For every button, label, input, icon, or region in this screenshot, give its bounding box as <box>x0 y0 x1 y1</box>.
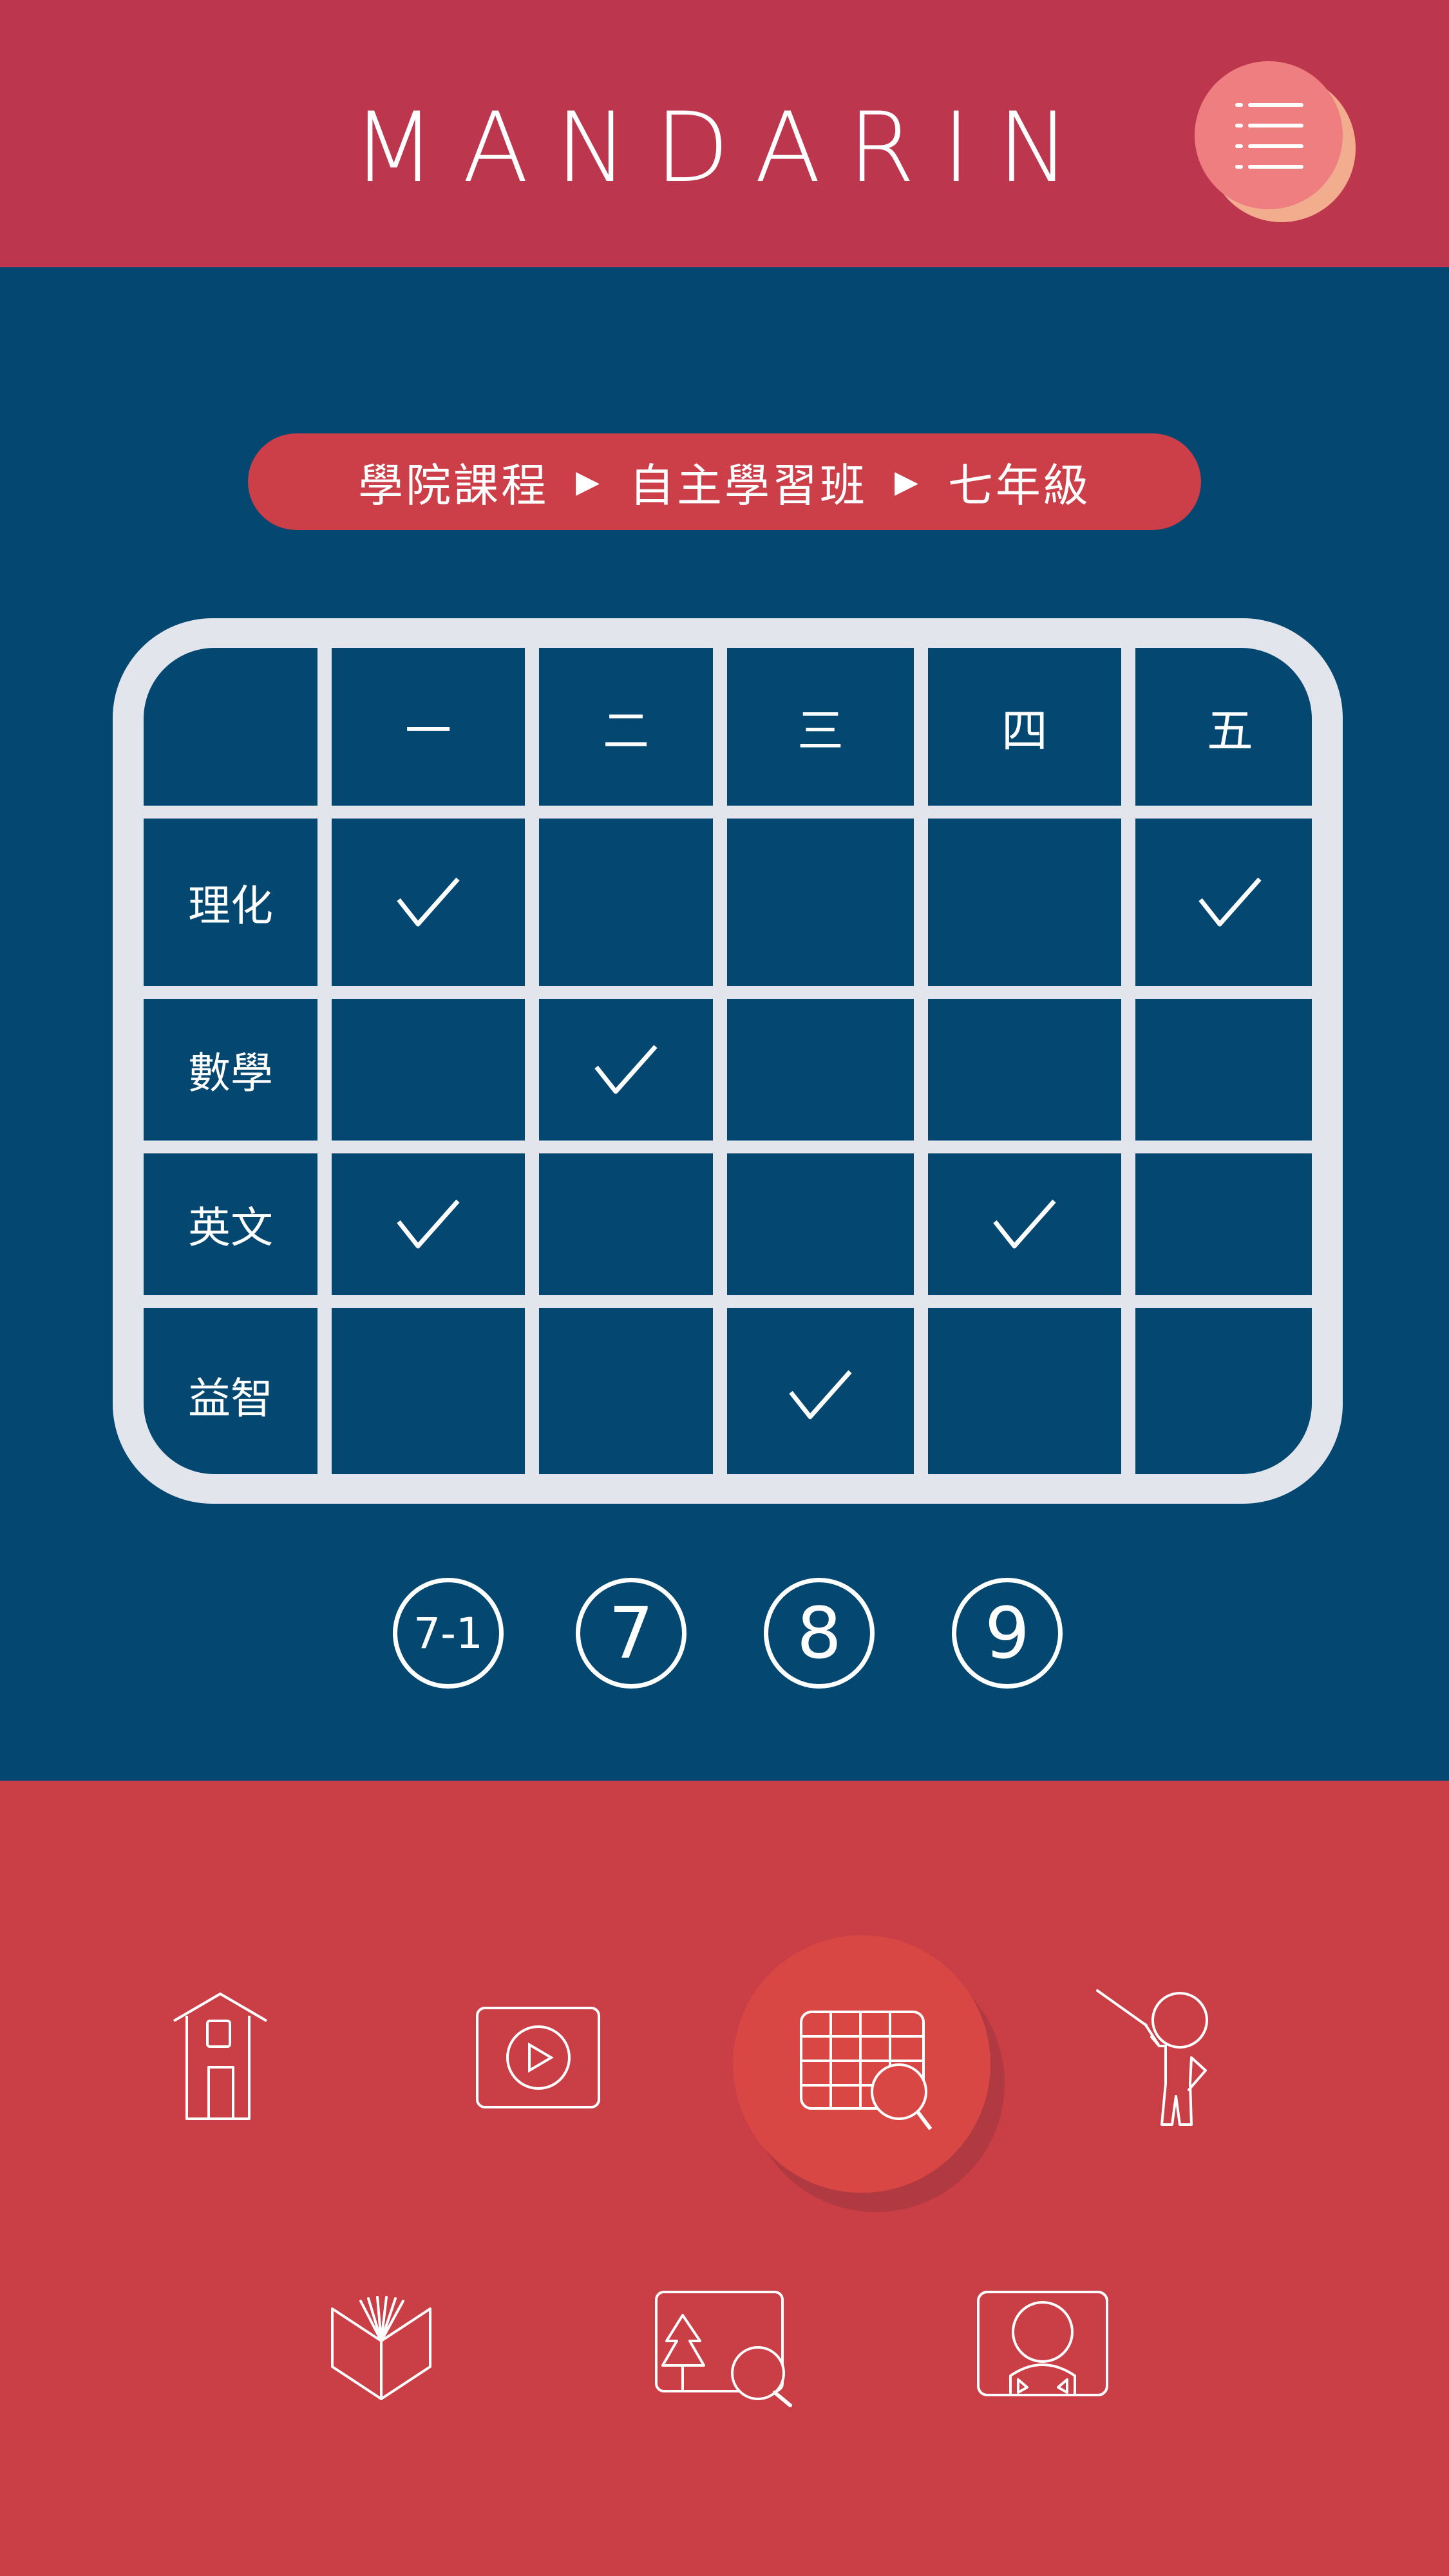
schedule-cell[interactable] <box>332 819 525 986</box>
schedule-cell[interactable] <box>1135 819 1312 986</box>
schedule-cell[interactable] <box>928 819 1121 986</box>
day-header: 二 <box>539 648 713 806</box>
class-button-7-1[interactable]: 7-1 <box>393 1578 504 1689</box>
schedule-cell[interactable] <box>1135 999 1312 1141</box>
person-portrait-icon[interactable] <box>976 2289 1111 2399</box>
list-menu-icon <box>1235 103 1303 169</box>
checkmark-icon <box>594 1045 658 1094</box>
teacher-pointer-icon[interactable] <box>1095 1987 1220 2132</box>
schedule-cell[interactable] <box>539 1153 713 1295</box>
class-button-7[interactable]: 7 <box>576 1578 687 1689</box>
checkmark-icon <box>789 1370 852 1419</box>
breadcrumb-item-self-study[interactable]: 自主學習班 <box>629 450 867 515</box>
schedule-cell[interactable] <box>928 1308 1121 1474</box>
subject-label: 英文 <box>144 1153 317 1295</box>
subject-label: 益智 <box>144 1308 317 1474</box>
schedule-cell[interactable] <box>727 1153 914 1295</box>
schedule-cell[interactable] <box>727 999 914 1141</box>
schedule-cell[interactable] <box>727 1308 914 1474</box>
schedule-cell[interactable] <box>928 999 1121 1141</box>
breadcrumb-separator-icon: ▶ <box>576 464 602 500</box>
breadcrumb-item-academy[interactable]: 學院課程 <box>358 450 549 515</box>
checkmark-icon <box>1198 877 1262 927</box>
schedule-search-icon[interactable] <box>799 2009 934 2132</box>
open-book-icon[interactable] <box>328 2296 435 2405</box>
day-header: 三 <box>727 648 914 806</box>
schedule-cell[interactable] <box>928 1153 1121 1295</box>
checkmark-icon <box>397 877 460 927</box>
schedule-cell[interactable] <box>539 1308 713 1474</box>
class-selector: 7-1 7 8 9 <box>0 1578 1449 1700</box>
class-button-9[interactable]: 9 <box>952 1578 1063 1689</box>
day-header: 四 <box>928 648 1121 806</box>
breadcrumb: 學院課程 ▶ 自主學習班 ▶ 七年級 <box>248 433 1201 530</box>
video-play-icon[interactable] <box>475 2006 601 2109</box>
house-icon[interactable] <box>169 1990 272 2122</box>
menu-button[interactable] <box>1195 61 1356 222</box>
tree-picture-search-icon[interactable] <box>654 2289 797 2409</box>
schedule-cell[interactable] <box>332 1308 525 1474</box>
breadcrumb-separator-icon: ▶ <box>895 464 921 500</box>
schedule-table: 一二三四五理化 數學 英文 益智 <box>113 618 1343 1504</box>
checkmark-icon <box>993 1199 1056 1249</box>
corner-cell <box>144 648 317 806</box>
subject-label: 數學 <box>144 999 317 1141</box>
class-button-8[interactable]: 8 <box>764 1578 875 1689</box>
breadcrumb-item-grade[interactable]: 七年級 <box>948 450 1091 515</box>
schedule-cell[interactable] <box>539 819 713 986</box>
schedule-cell[interactable] <box>1135 1308 1312 1474</box>
schedule-cell[interactable] <box>1135 1153 1312 1295</box>
schedule-cell[interactable] <box>727 819 914 986</box>
day-header: 一 <box>332 648 525 806</box>
checkmark-icon <box>397 1199 460 1249</box>
schedule-cell[interactable] <box>332 999 525 1141</box>
schedule-grid: 一二三四五理化 數學 英文 益智 <box>144 648 1312 1474</box>
schedule-cell[interactable] <box>332 1153 525 1295</box>
schedule-cell[interactable] <box>539 999 713 1141</box>
app-header: MANDARIN <box>0 0 1449 267</box>
day-header: 五 <box>1135 648 1312 806</box>
subject-label: 理化 <box>144 819 317 986</box>
bottom-navigation <box>0 1781 1449 2576</box>
